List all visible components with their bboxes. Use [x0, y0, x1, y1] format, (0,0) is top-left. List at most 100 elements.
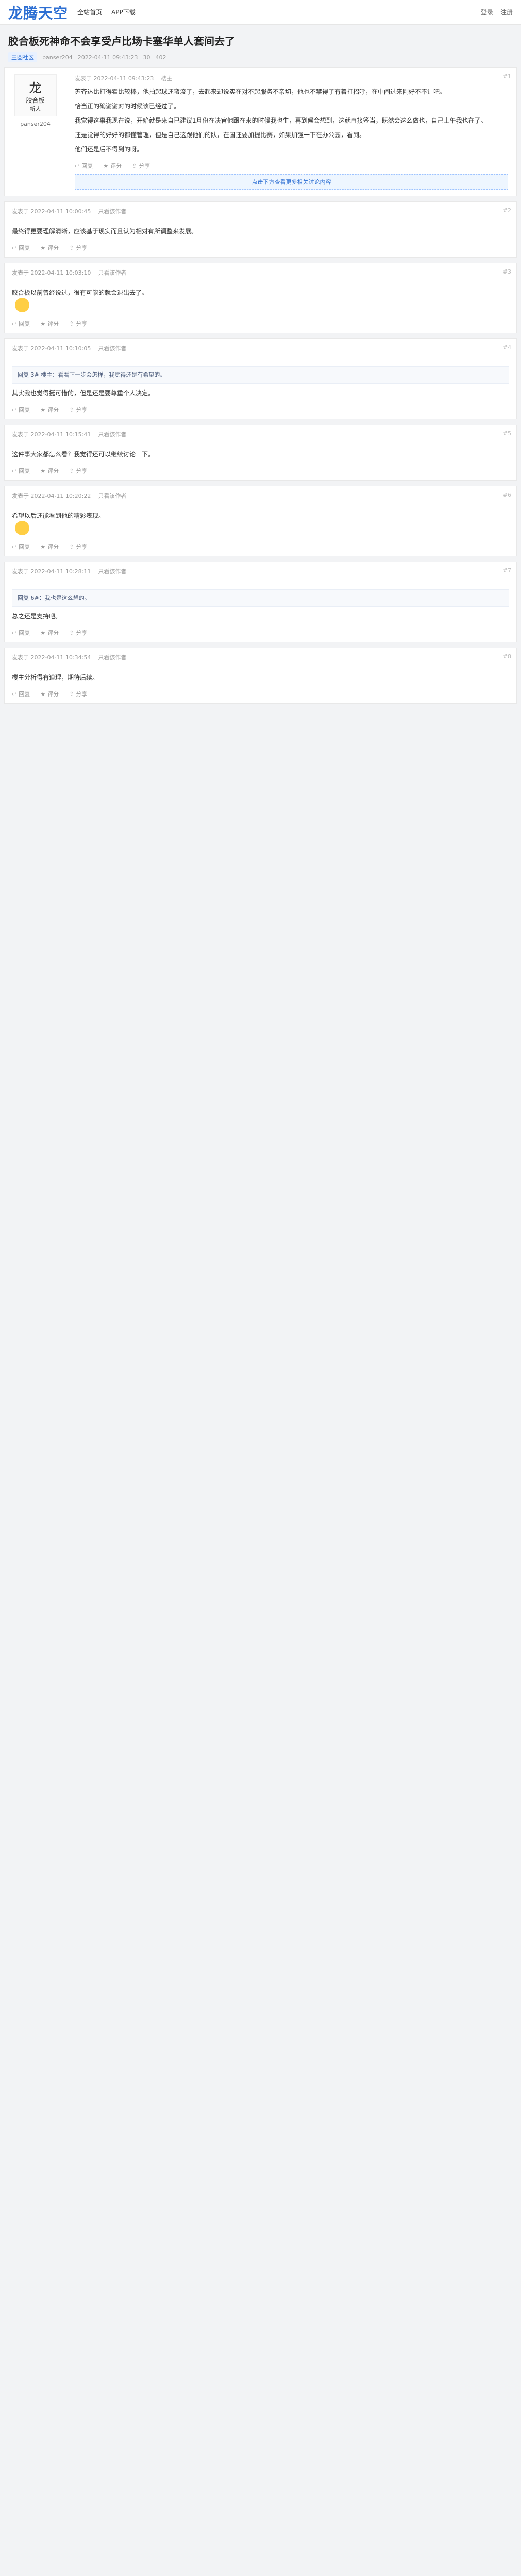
- reply-quote: 回复 6#：我也是这么想的。: [12, 589, 509, 607]
- reply-label: 回复: [19, 320, 30, 327]
- rate-label: 评分: [47, 468, 59, 474]
- share-button[interactable]: ⇪ 分享: [132, 162, 150, 170]
- reply-option[interactable]: 只看该作者: [98, 207, 126, 215]
- star-icon: ★: [40, 320, 46, 327]
- reply-button[interactable]: ↩ 回复: [12, 244, 30, 252]
- reply-button[interactable]: ↩ 回复: [12, 543, 30, 551]
- reply-button[interactable]: ↩ 回复: [12, 467, 30, 475]
- reply-text: 最终得更要理解清晰，应该基于现实而且认为相对有所调整来发展。: [12, 228, 198, 235]
- rate-label: 评分: [47, 630, 59, 636]
- reply-label: 回复: [19, 468, 30, 474]
- nav-app-download[interactable]: APP下载: [111, 8, 136, 16]
- rate-button[interactable]: ★ 评分: [40, 244, 59, 252]
- rate-button[interactable]: ★ 评分: [40, 467, 59, 475]
- share-button[interactable]: ⇪ 分享: [69, 467, 87, 475]
- share-button[interactable]: ⇪ 分享: [69, 629, 87, 637]
- reply-option[interactable]: 只看该作者: [98, 344, 126, 352]
- reply-icon: ↩: [12, 467, 17, 474]
- share-button[interactable]: ⇪ 分享: [69, 543, 87, 551]
- first-post-paragraph: 恰当正的确谢谢对的时候该已经过了。: [75, 103, 180, 110]
- login-link[interactable]: 登录: [481, 8, 493, 16]
- reply-icon: ↩: [12, 690, 17, 698]
- reply-text: 希望以后还能看到他的精彩表现。: [12, 512, 105, 519]
- rate-label: 评分: [110, 163, 122, 170]
- reply-actions: ↩ 回复 ★ 评分 ⇪ 分享: [5, 402, 516, 419]
- floor-number: #5: [502, 430, 511, 437]
- avatar-top: 龙: [29, 82, 42, 95]
- reply-header: 发表于 2022-04-11 10:10:05 只看该作者: [5, 339, 516, 358]
- author-avatar[interactable]: 龙 胶合板 新人: [14, 74, 57, 116]
- reply-body: 楼主分析得有道理，期待后续。: [5, 667, 516, 687]
- reply-header: 发表于 2022-04-11 10:28:11 只看该作者: [5, 562, 516, 581]
- reply-post: 发表于 2022-04-11 10:10:05 只看该作者 #4 回复 3# 楼主：看…: [4, 338, 517, 419]
- reply-button[interactable]: ↩ 回复: [12, 629, 30, 637]
- reply-post: 发表于 2022-04-11 10:15:41 只看该作者 #5 这件事大家都怎么看？…: [4, 425, 517, 481]
- reply-option[interactable]: 只看该作者: [98, 492, 126, 500]
- share-icon: ⇪: [69, 467, 74, 474]
- reply-option[interactable]: 只看该作者: [98, 268, 126, 277]
- reply-button[interactable]: ↩ 回复: [12, 405, 30, 414]
- first-post-paragraph: 我觉得这事我现在说，开始就是来自已建议1月份在决官他跟在来的时候我也生，再到候会…: [75, 117, 487, 124]
- reply-post: 发表于 2022-04-11 10:20:22 只看该作者 #6 希望以后还能看到他的…: [4, 486, 517, 556]
- share-icon: ⇪: [132, 162, 137, 170]
- reply-button[interactable]: ↩ 回复: [12, 690, 30, 698]
- reply-body: 这件事大家都怎么看？我觉得还可以继续讨论一下。: [5, 444, 516, 464]
- reply-icon: ↩: [12, 244, 17, 251]
- first-post-content: 发表于 2022-04-11 09:43:23 楼主 苏齐达比打得霍比较棒，他拍…: [66, 68, 516, 196]
- reply-header: 发表于 2022-04-11 10:34:54 只看该作者: [5, 648, 516, 667]
- reply-option[interactable]: 只看该作者: [98, 653, 126, 662]
- reply-text: 这件事大家都怎么看？我觉得还可以继续讨论一下。: [12, 451, 155, 458]
- first-post-date: 发表于 2022-04-11 09:43:23: [75, 75, 154, 82]
- share-button[interactable]: ⇪ 分享: [69, 690, 87, 698]
- reply-date: 发表于 2022-04-11 10:15:41: [12, 431, 91, 438]
- smiley-icon: [15, 521, 29, 535]
- reply-header: 发表于 2022-04-11 10:20:22 只看该作者: [5, 486, 516, 505]
- site-logo[interactable]: 龙腾天空: [8, 2, 68, 23]
- first-post-actions: ↩ 回复 ★ 评分 ⇪ 分享: [75, 159, 508, 170]
- thread-author[interactable]: panser204: [42, 54, 73, 61]
- share-icon: ⇪: [69, 690, 74, 698]
- reply-actions: ↩ 回复 ★ 评分 ⇪ 分享: [5, 625, 516, 642]
- thread-replies: 402: [155, 54, 166, 61]
- reply-list: 发表于 2022-04-11 10:00:45 只看该作者 #2 最终得更要理解清晰，…: [4, 201, 517, 704]
- share-label: 分享: [76, 245, 88, 251]
- reply-option[interactable]: 只看该作者: [98, 567, 126, 575]
- floor-number: #3: [502, 268, 511, 275]
- thread-tag[interactable]: 王圆社区: [8, 52, 37, 62]
- author-name[interactable]: panser204: [11, 121, 60, 127]
- share-button[interactable]: ⇪ 分享: [69, 405, 87, 414]
- rate-button[interactable]: ★ 评分: [40, 405, 59, 414]
- register-link[interactable]: 注册: [500, 8, 513, 16]
- reply-label: 回复: [19, 245, 30, 251]
- share-label: 分享: [76, 320, 88, 327]
- reply-label: 回复: [19, 406, 30, 413]
- rate-label: 评分: [47, 691, 59, 698]
- share-button[interactable]: ⇪ 分享: [69, 244, 87, 252]
- reply-post: 发表于 2022-04-11 10:00:45 只看该作者 #2 最终得更要理解清晰，…: [4, 201, 517, 258]
- reply-text: 总之还是支持吧。: [12, 613, 62, 620]
- share-icon: ⇪: [69, 406, 74, 413]
- rate-button[interactable]: ★ 评分: [40, 543, 59, 551]
- share-button[interactable]: ⇪ 分享: [69, 319, 87, 328]
- reply-icon: ↩: [12, 406, 17, 413]
- star-icon: ★: [40, 244, 46, 251]
- share-icon: ⇪: [69, 543, 74, 550]
- reply-body: 回复 6#：我也是这么想的。总之还是支持吧。: [5, 581, 516, 625]
- rate-button[interactable]: ★ 评分: [40, 629, 59, 637]
- reply-label: 回复: [81, 163, 93, 170]
- nav-home[interactable]: 全站首页: [77, 8, 102, 16]
- share-icon: ⇪: [69, 629, 74, 636]
- share-icon: ⇪: [69, 244, 74, 251]
- reply-button[interactable]: ↩ 回复: [12, 319, 30, 328]
- reply-option[interactable]: 只看该作者: [98, 430, 126, 438]
- rate-button[interactable]: ★ 评分: [40, 690, 59, 698]
- reply-quote: 回复 3# 楼主：看看下一步会怎样，我觉得还是有希望的。: [12, 366, 509, 384]
- reply-button[interactable]: ↩ 回复: [75, 162, 93, 170]
- share-label: 分享: [139, 163, 150, 170]
- reply-header: 发表于 2022-04-11 10:15:41 只看该作者: [5, 425, 516, 444]
- rate-button[interactable]: ★ 评分: [103, 162, 122, 170]
- first-post-banner[interactable]: 点击下方查看更多相关讨论内容: [75, 174, 508, 190]
- reply-header: 发表于 2022-04-11 10:03:10 只看该作者: [5, 263, 516, 282]
- rate-button[interactable]: ★ 评分: [40, 319, 59, 328]
- floor-number: #2: [502, 207, 511, 214]
